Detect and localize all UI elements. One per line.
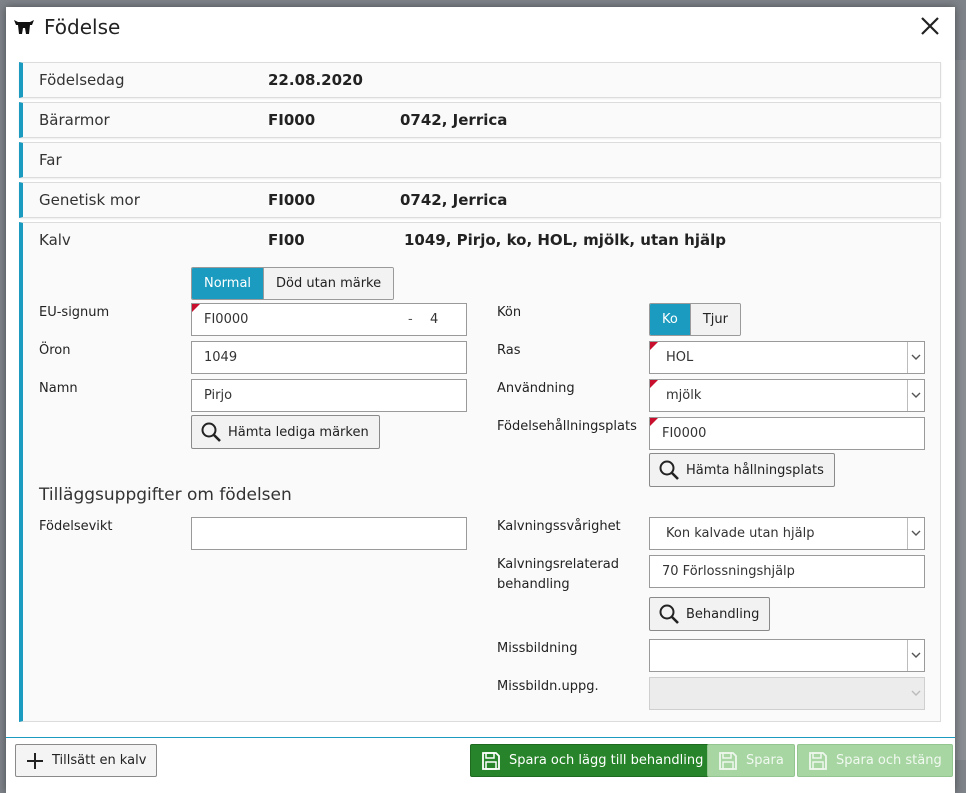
malformation-info-select [649,677,925,710]
chevron-down-icon [907,342,924,373]
eu-signum-value: FI0000 [204,312,249,327]
carrier-name: 0742, Jerrica [400,111,508,129]
name-value: Pirjo [204,388,233,403]
carrier-id: FI000 [268,111,316,129]
cow-icon [14,20,34,34]
birth-holding-input[interactable]: FI0000 [649,417,925,450]
name-input[interactable]: Pirjo [191,379,467,412]
breed-label: Ras [497,343,521,358]
save-and-add-treatment-button[interactable]: Spara och lägg till behandling [470,744,715,777]
genetic-mother-id: FI000 [268,191,316,209]
name-label: Namn [39,381,78,396]
birth-weight-input[interactable] [191,517,467,550]
calf-status-segment: Normal Död utan märke [191,267,395,300]
chevron-down-icon [907,678,924,709]
row-father[interactable]: Far [19,142,941,178]
calving-treatment-label-2: behandling [497,577,570,592]
search-icon [201,422,221,442]
birth-weight-label: Födelsevikt [39,519,113,534]
sex-bull-button[interactable]: Tjur [689,304,740,335]
malformation-info-label: Missbildn.uppg. [497,679,599,694]
status-dead-unmarked-button[interactable]: Död utan märke [263,268,394,299]
extra-section-title: Tilläggsuppgifter om födelsen [39,485,292,505]
calving-treatment-value: 70 Förlossningshjälp [662,564,795,579]
eu-signum-input[interactable]: FI0000 - 4 [191,303,467,336]
malformation-label: Missbildning [497,641,578,656]
close-icon[interactable] [919,15,941,37]
eu-signum-check: 4 [430,312,439,327]
dialog-content: Födelsedag 22.08.2020 Bärarmor FI000 074… [19,62,941,722]
father-label: Far [39,151,62,169]
breed-select[interactable]: HOL [649,341,925,374]
dialog-footer: Tillsätt en kalv Spara och lägg till beh… [6,737,955,793]
row-birthdate: Födelsedag 22.08.2020 [19,62,941,98]
add-calf-button[interactable]: Tillsätt en kalv [15,744,158,777]
plus-icon [27,752,43,769]
calf-panel: Kalv FI00 1049, Pirjo, ko, HOL, mjölk, u… [19,222,941,722]
usage-label: Användning [497,381,575,396]
fetch-free-tags-label: Hämta lediga märken [228,424,369,440]
malformation-select[interactable] [649,639,925,672]
save-and-close-label: Spara och stäng [836,753,942,768]
chevron-down-icon [907,640,924,671]
eu-signum-dash: - [408,312,413,327]
fetch-holding-button[interactable]: Hämta hållningsplats [649,453,835,487]
breed-value: HOL [666,350,694,365]
search-icon [659,604,679,624]
treatment-button[interactable]: Behandling [649,597,771,631]
sex-cow-button[interactable]: Ko [650,304,690,335]
ear-label: Öron [39,343,71,358]
calving-treatment-input[interactable]: 70 Förlossningshjälp [649,555,925,588]
treatment-button-label: Behandling [686,606,760,622]
save-and-add-treatment-label: Spara och lägg till behandling [509,753,704,768]
sex-label: Kön [497,305,522,320]
ear-value: 1049 [204,350,238,365]
birth-dialog: Födelse Födelsedag 22.08.2020 Bärarmor F… [6,7,955,793]
fetch-holding-label: Hämta hållningsplats [686,462,824,478]
calf-id: FI00 [268,231,305,249]
save-icon [719,751,737,770]
ear-input[interactable]: 1049 [191,341,467,374]
genetic-mother-name: 0742, Jerrica [400,191,508,209]
search-icon [659,460,679,480]
birthdate-label: Födelsedag [39,71,125,89]
save-icon [482,751,500,770]
chevron-down-icon [907,380,924,411]
dialog-title: Födelse [44,15,121,39]
birth-holding-value: FI0000 [662,426,707,441]
birth-holding-label: Födelsehållningsplats [497,419,637,434]
genetic-mother-label: Genetisk mor [39,191,140,209]
calving-difficulty-label: Kalvningssvårighet [497,519,621,534]
sex-segment: Ko Tjur [649,303,741,336]
chevron-down-icon [907,518,924,549]
add-calf-label: Tillsätt en kalv [52,753,147,768]
calf-summary: 1049, Pirjo, ko, HOL, mjölk, utan hjälp [404,231,726,249]
carrier-label: Bärarmor [39,111,110,129]
birthdate-value: 22.08.2020 [268,71,363,89]
calf-label: Kalv [39,231,71,249]
calving-difficulty-select[interactable]: Kon kalvade utan hjälp [649,517,925,550]
eu-signum-label: EU-signum [39,305,110,320]
usage-select[interactable]: mjölk [649,379,925,412]
save-icon [809,751,827,770]
save-and-close-button[interactable]: Spara och stäng [797,744,953,777]
row-carrier-mother[interactable]: Bärarmor FI000 0742, Jerrica [19,102,941,138]
row-genetic-mother[interactable]: Genetisk mor FI000 0742, Jerrica [19,182,941,218]
usage-value: mjölk [666,388,702,403]
calving-treatment-label-1: Kalvningsrelaterad [497,557,619,572]
save-label: Spara [746,753,784,768]
status-normal-button[interactable]: Normal [192,268,264,299]
dialog-titlebar: Födelse [6,7,955,47]
save-button[interactable]: Spara [707,744,795,777]
calving-difficulty-value: Kon kalvade utan hjälp [666,526,815,541]
fetch-free-tags-button[interactable]: Hämta lediga märken [191,415,380,449]
